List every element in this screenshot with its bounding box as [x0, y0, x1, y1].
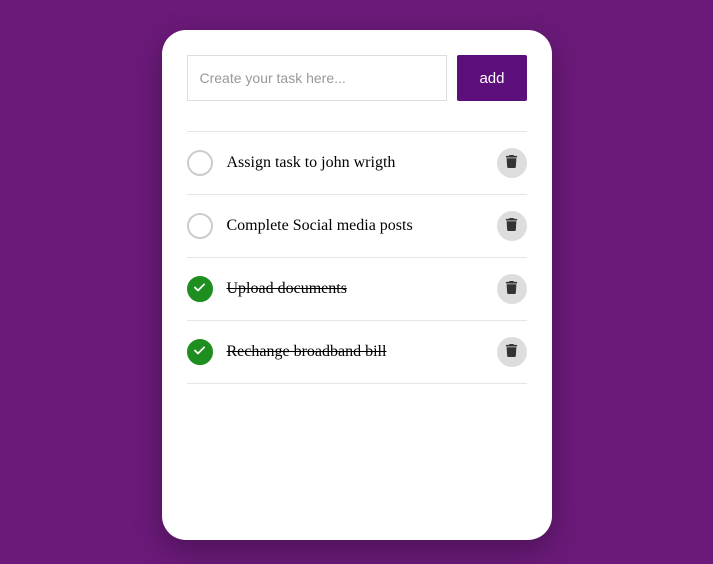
add-button[interactable]: add: [457, 55, 526, 101]
delete-button[interactable]: [497, 274, 527, 304]
task-list: Assign task to john wrigth Complete Socia…: [187, 131, 527, 384]
trash-icon: [505, 281, 518, 297]
task-item: Assign task to john wrigth: [187, 131, 527, 194]
task-input[interactable]: [187, 55, 448, 101]
delete-button[interactable]: [497, 148, 527, 178]
trash-icon: [505, 344, 518, 360]
checkbox-checked-icon[interactable]: [187, 276, 213, 302]
task-item: Rechange broadband bill: [187, 320, 527, 384]
todo-card: add Assign task to john wrigth Complete S…: [162, 30, 552, 540]
task-label: Upload documents: [227, 280, 497, 298]
task-item: Upload documents: [187, 257, 527, 320]
task-item: Complete Social media posts: [187, 194, 527, 257]
delete-button[interactable]: [497, 337, 527, 367]
task-label: Rechange broadband bill: [227, 343, 497, 361]
input-row: add: [187, 55, 527, 101]
trash-icon: [505, 218, 518, 234]
task-label: Complete Social media posts: [227, 217, 497, 235]
trash-icon: [505, 155, 518, 171]
checkbox-checked-icon[interactable]: [187, 339, 213, 365]
checkbox-unchecked-icon[interactable]: [187, 213, 213, 239]
checkbox-unchecked-icon[interactable]: [187, 150, 213, 176]
task-label: Assign task to john wrigth: [227, 154, 497, 172]
delete-button[interactable]: [497, 211, 527, 241]
